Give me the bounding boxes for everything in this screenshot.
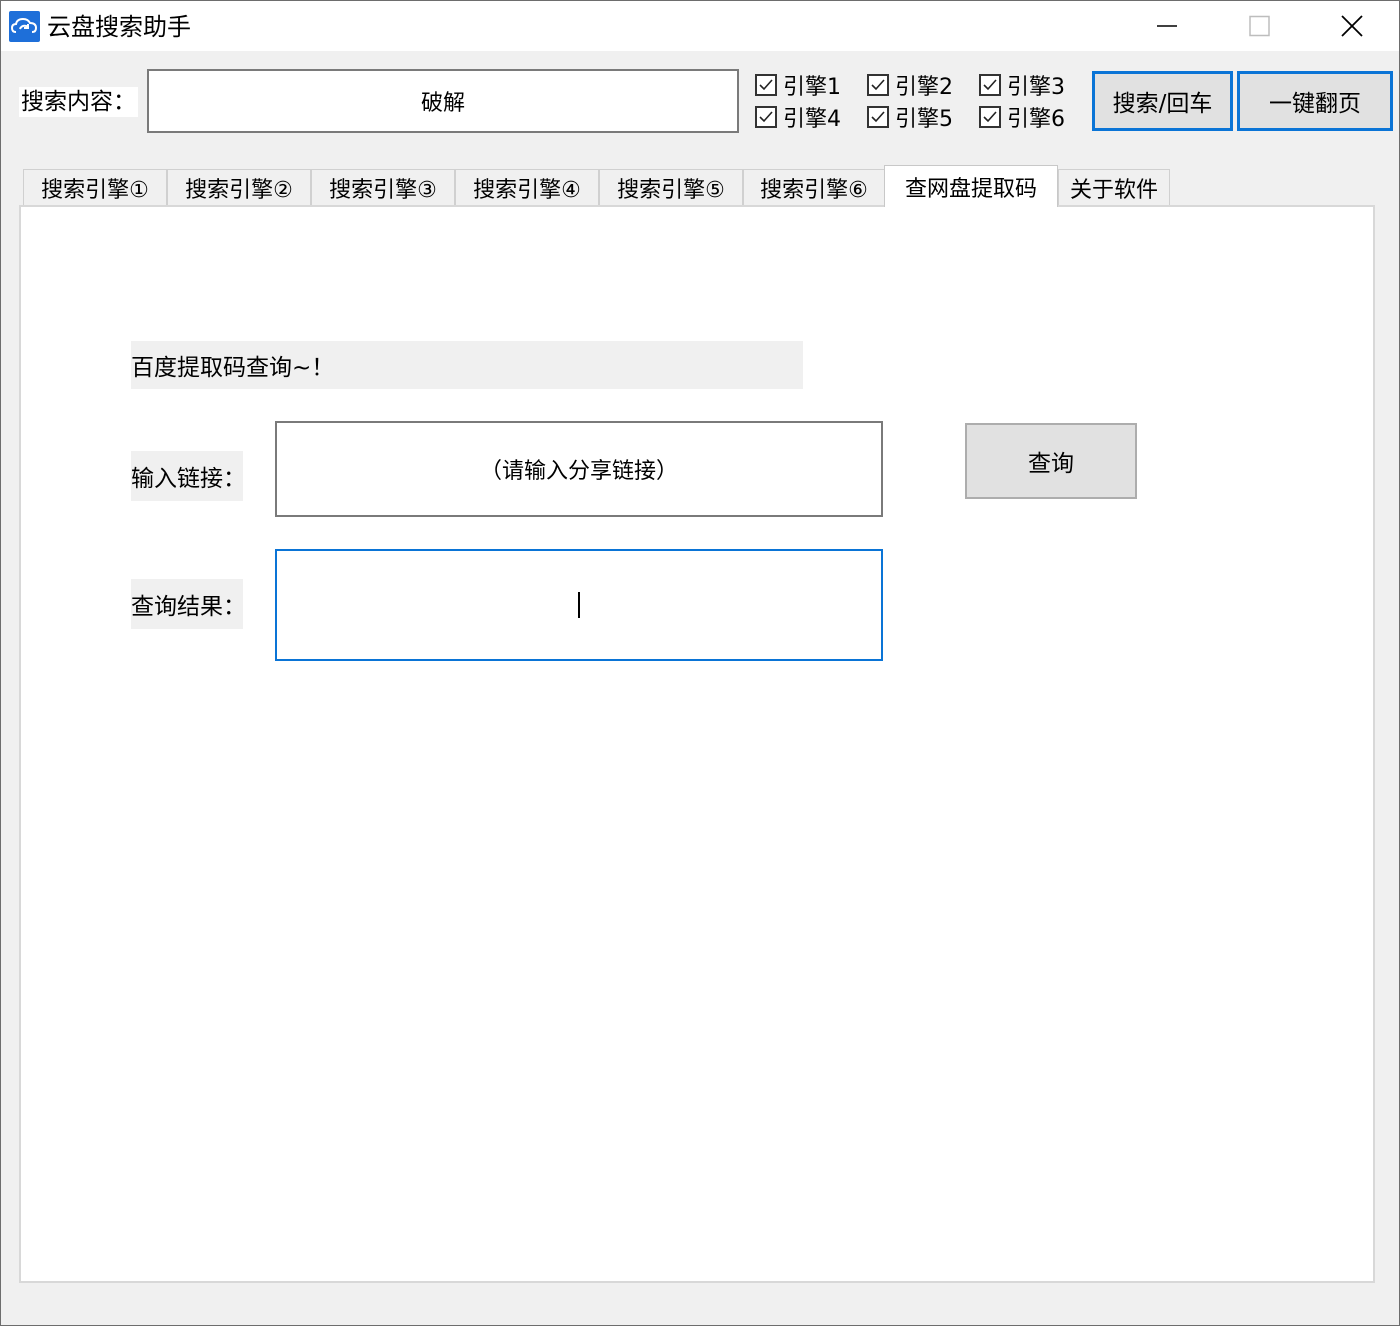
tab-engine-1[interactable]: 搜索引擎① (23, 169, 167, 205)
tab-engine-3[interactable]: 搜索引擎③ (311, 169, 455, 205)
checkmark-icon (867, 106, 889, 128)
engine-5-label: 引擎5 (895, 107, 953, 132)
text-caret (578, 592, 580, 618)
engine-3-label: 引擎3 (1007, 75, 1065, 100)
result-field[interactable] (275, 549, 883, 661)
result-label: 查询结果： (131, 579, 246, 629)
checkmark-icon (755, 74, 777, 96)
close-button[interactable] (1305, 1, 1397, 51)
engine-6-label: 引擎6 (1007, 107, 1065, 132)
engine-1-checkbox[interactable]: 引擎1 (755, 71, 841, 100)
minimize-icon (1157, 25, 1177, 27)
engine-5-checkbox[interactable]: 引擎5 (867, 103, 953, 132)
engine-2-checkbox[interactable]: 引擎2 (867, 71, 953, 100)
checkmark-icon (979, 106, 1001, 128)
link-label: 输入链接： (131, 451, 246, 501)
search-input-value: 破解 (420, 91, 465, 116)
app-window: 云盘搜索助手 搜索内容： 破解 引擎1 引擎2 引擎3 引擎4 引擎5 引擎6 … (0, 0, 1400, 1326)
tab-engine-6[interactable]: 搜索引擎⑥ (743, 169, 885, 205)
minimize-button[interactable] (1121, 1, 1213, 51)
tab-about[interactable]: 关于软件 (1058, 169, 1170, 205)
close-icon (1341, 15, 1363, 37)
maximize-button[interactable] (1213, 1, 1305, 51)
tab-extract-code[interactable]: 查网盘提取码 (884, 165, 1058, 207)
engine-3-checkbox[interactable]: 引擎3 (979, 71, 1065, 100)
link-input-value: （请输入分享链接） (479, 459, 678, 484)
engine-1-label: 引擎1 (783, 75, 841, 100)
tab-engine-5[interactable]: 搜索引擎⑤ (599, 169, 743, 205)
tab-engine-2[interactable]: 搜索引擎② (167, 169, 311, 205)
search-button[interactable]: 搜索/回车 (1092, 71, 1233, 131)
checkmark-icon (979, 74, 1001, 96)
engine-6-checkbox[interactable]: 引擎6 (979, 103, 1065, 132)
extract-heading: 百度提取码查询~！ (131, 341, 803, 389)
engine-4-label: 引擎4 (783, 107, 841, 132)
link-input[interactable]: （请输入分享链接） (275, 421, 883, 517)
checkmark-icon (867, 74, 889, 96)
page-turn-button[interactable]: 一键翻页 (1237, 71, 1393, 131)
engine-2-label: 引擎2 (895, 75, 953, 100)
search-input[interactable]: 破解 (147, 69, 739, 133)
cloud-refresh-icon (9, 11, 40, 42)
window-title: 云盘搜索助手 (47, 13, 191, 41)
search-label: 搜索内容： (19, 87, 138, 117)
engine-4-checkbox[interactable]: 引擎4 (755, 103, 841, 132)
query-button[interactable]: 查询 (965, 423, 1137, 499)
title-bar[interactable]: 云盘搜索助手 (1, 1, 1399, 51)
checkmark-icon (755, 106, 777, 128)
maximize-icon (1249, 15, 1270, 37)
tab-engine-4[interactable]: 搜索引擎④ (455, 169, 599, 205)
